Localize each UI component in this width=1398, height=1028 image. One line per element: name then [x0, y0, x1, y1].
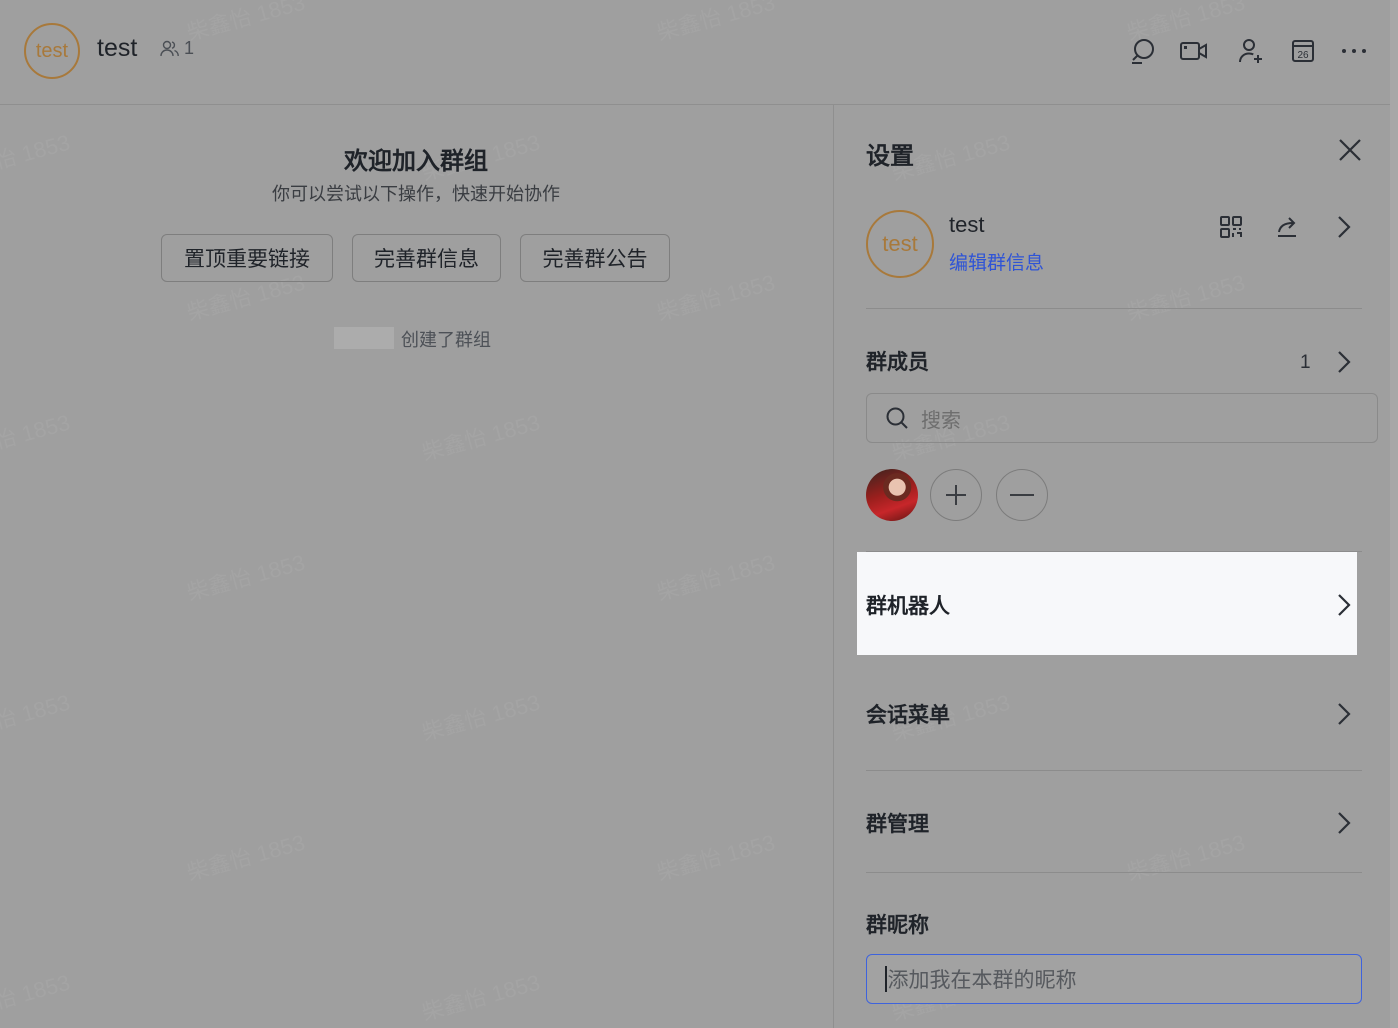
edit-group-info-link[interactable]: 编辑群信息	[949, 248, 1044, 275]
search-chat-button[interactable]	[1128, 36, 1158, 66]
share-icon	[1278, 217, 1296, 237]
settings-title: 设置	[866, 142, 914, 170]
remove-member-circle-button[interactable]	[996, 469, 1048, 521]
watermark: 柴鑫怡 1853	[419, 689, 543, 746]
settings-group-avatar-text: test	[882, 231, 918, 256]
watermark: 柴鑫怡 1853	[0, 689, 73, 746]
divider	[866, 770, 1362, 771]
watermark: 柴鑫怡 1853	[184, 549, 308, 606]
created-group-text: 创建了群组	[401, 330, 491, 351]
more-button[interactable]	[1339, 36, 1369, 66]
pin-links-button[interactable]: 置顶重要链接	[161, 234, 333, 282]
welcome-subtitle: 你可以尝试以下操作，快速开始协作	[272, 184, 560, 205]
group-nickname-title: 群昵称	[866, 913, 929, 937]
group-avatar-text: test	[35, 39, 69, 62]
settings-group-name: test	[949, 212, 985, 237]
group-nickname-input[interactable]: 添加我在本群的昵称	[866, 954, 1362, 1004]
complete-announcement-button[interactable]: 完善群公告	[520, 234, 670, 282]
members-title: 群成员	[866, 350, 929, 374]
chevron-right-icon	[1338, 216, 1351, 238]
add-member-circle-button[interactable]	[930, 469, 982, 521]
share-group-button[interactable]	[1274, 214, 1300, 244]
chevron-right-icon	[1338, 703, 1351, 725]
welcome-title: 欢迎加入群组	[344, 147, 488, 175]
complete-group-info-button[interactable]: 完善群信息	[352, 234, 501, 282]
add-member-button[interactable]	[1236, 36, 1266, 66]
search-icon	[886, 407, 908, 429]
members-icon	[160, 40, 179, 56]
qrcode-icon	[1220, 216, 1242, 238]
members-count: 1	[1300, 352, 1311, 373]
members-chevron[interactable]	[1334, 348, 1354, 376]
group-bots-chevron[interactable]	[1334, 591, 1354, 619]
calendar-button[interactable]: 26	[1288, 36, 1318, 66]
close-icon	[1339, 139, 1361, 161]
chevron-right-icon	[1338, 351, 1351, 373]
watermark: 柴鑫怡 1853	[419, 409, 543, 466]
creator-name-redacted	[334, 327, 394, 349]
member-avatar[interactable]	[866, 469, 918, 521]
calendar-icon: 26	[1292, 40, 1314, 62]
member-search-input[interactable]: 搜索	[866, 393, 1378, 443]
watermark: 柴鑫怡 1853	[184, 829, 308, 886]
divider	[866, 872, 1362, 873]
member-count[interactable]: 1	[160, 38, 194, 59]
divider	[866, 308, 1362, 309]
watermark: 柴鑫怡 1853	[654, 829, 778, 886]
chat-menu-label[interactable]: 会话菜单	[866, 699, 950, 729]
video-call-icon	[1180, 42, 1207, 60]
group-qrcode-button[interactable]	[1218, 214, 1244, 244]
add-member-icon	[1239, 39, 1262, 63]
group-nickname-placeholder: 添加我在本群的昵称	[887, 968, 1077, 992]
watermark: 柴鑫怡 1853	[0, 969, 73, 1026]
chevron-right-icon	[1338, 594, 1351, 616]
plus-icon	[946, 485, 966, 505]
group-info-chevron[interactable]	[1334, 213, 1354, 241]
settings-group-avatar[interactable]: test	[866, 210, 934, 278]
chat-title[interactable]: test	[97, 34, 137, 63]
calendar-day: 26	[1297, 50, 1309, 61]
group-manage-chevron[interactable]	[1334, 809, 1354, 837]
watermark: 柴鑫怡 1853	[0, 409, 73, 466]
group-avatar[interactable]: test	[24, 23, 80, 79]
watermark: 柴鑫怡 1853	[654, 549, 778, 606]
group-manage-label[interactable]: 群管理	[866, 808, 929, 838]
watermark: 柴鑫怡 1853	[419, 969, 543, 1026]
chevron-right-icon	[1338, 812, 1351, 834]
member-count-value: 1	[184, 38, 195, 58]
group-bots-label: 群机器人	[866, 594, 950, 618]
text-caret	[885, 966, 887, 992]
chat-menu-chevron[interactable]	[1334, 700, 1354, 728]
member-search-placeholder: 搜索	[921, 407, 961, 432]
close-settings-button[interactable]	[1334, 134, 1366, 166]
window-scrollbar[interactable]	[1390, 0, 1398, 1028]
minus-icon	[1010, 494, 1034, 496]
watermark: 柴鑫怡 1853	[654, 269, 778, 326]
more-icon	[1342, 49, 1366, 53]
video-call-button[interactable]	[1179, 36, 1209, 66]
search-chat-icon	[1132, 39, 1154, 64]
